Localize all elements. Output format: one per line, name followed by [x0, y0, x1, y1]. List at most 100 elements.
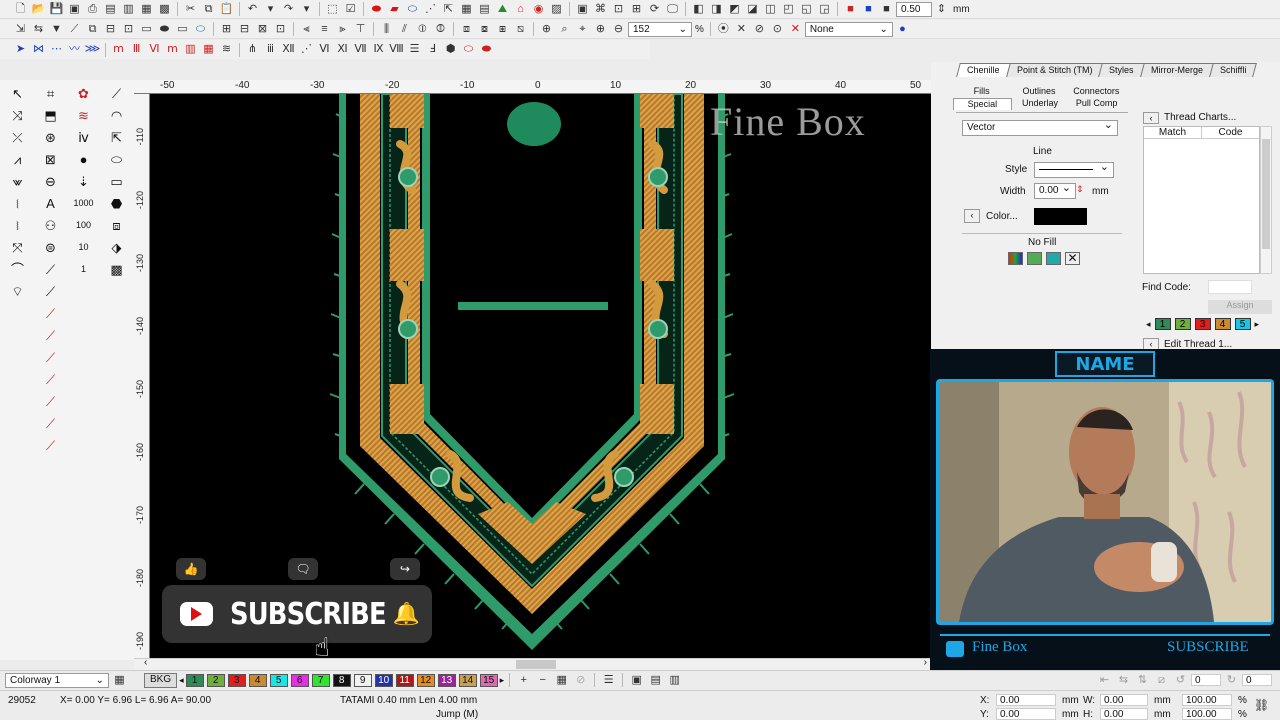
run-icon[interactable]: ⋯	[48, 41, 65, 58]
stitch-type-icon-16[interactable]: Ⅷ	[388, 41, 405, 58]
trace-icon[interactable]: ⌘	[592, 1, 609, 18]
applique-icon-2[interactable]: ⬭	[460, 41, 477, 58]
rotate-left-icon[interactable]: ⇤	[1096, 672, 1113, 689]
like-icon[interactable]: 👍	[176, 558, 206, 580]
undo-icon[interactable]: ↶	[244, 1, 261, 18]
rotate-a-input[interactable]: 0	[1191, 674, 1221, 686]
embroidery-design[interactable]	[150, 94, 931, 658]
needle-run-icon[interactable]: ⟋	[34, 280, 67, 302]
red-x-icon[interactable]: ✕	[787, 21, 804, 38]
flower-tool-icon[interactable]: ✿	[67, 82, 100, 104]
zoom-level-select[interactable]: 152 ⌄	[628, 21, 692, 37]
count-1000-icon[interactable]: 1000	[67, 192, 100, 214]
zoom-in-icon[interactable]: ⊕	[592, 21, 609, 38]
w-input[interactable]: 0.00	[1100, 694, 1148, 706]
ellipse-icon[interactable]: ⬬	[156, 21, 173, 38]
palette-icon[interactable]: ◉	[530, 1, 547, 18]
stitch-type-icon-5[interactable]: ▥	[182, 41, 199, 58]
assign-button[interactable]: Assign	[1208, 300, 1272, 314]
run-tool-icon[interactable]: ⩖	[1, 170, 34, 192]
chip-scroll-left-icon[interactable]: ◂	[179, 675, 184, 686]
y-input[interactable]: 0.00	[996, 708, 1056, 720]
cross-stitch-icon[interactable]: ⧘	[1, 214, 34, 236]
stitch-type-icon-6[interactable]: ▦	[200, 41, 217, 58]
select-tool-icon[interactable]: ⇲	[12, 21, 29, 38]
zoom-fit-icon[interactable]: ⊕	[538, 21, 555, 38]
stitch-type-icon-15[interactable]: Ⅸ	[370, 41, 387, 58]
count-10-icon[interactable]: 10	[67, 236, 100, 258]
select-stitches-icon[interactable]: ⬚	[324, 1, 341, 18]
rectangle-icon[interactable]: ▭	[174, 21, 191, 38]
hide-guide-icon[interactable]: ⊙	[769, 21, 786, 38]
loop-tool-icon[interactable]: ⊖	[34, 170, 67, 192]
x-input[interactable]: 0.00	[996, 694, 1056, 706]
landscape-icon[interactable]: ⛰	[494, 1, 511, 18]
order-icon-3[interactable]: ⧆	[494, 21, 511, 38]
stitch-type-icon-2[interactable]: Ⅲ	[128, 41, 145, 58]
tab-mirror-merge[interactable]: Mirror-Merge	[1139, 63, 1214, 77]
add-color-icon[interactable]: +	[515, 672, 532, 689]
zoom-hoop-icon[interactable]: ⌖	[574, 21, 591, 38]
line-tool-icon[interactable]: ⟋	[100, 82, 133, 104]
col-code[interactable]: Code	[1201, 127, 1259, 138]
remove-color-icon[interactable]: −	[534, 672, 551, 689]
subscribe-overlay[interactable]: SUBSCRIBE 🔔	[162, 585, 432, 643]
stitch-type-icon-10[interactable]: Ⅻ	[280, 41, 297, 58]
sequence-icon[interactable]: ▦	[553, 672, 570, 689]
color-expand-button[interactable]: ‹	[964, 209, 980, 223]
needle-stitch-icon[interactable]: ⟋	[34, 346, 67, 368]
dot-tool-icon[interactable]: ●	[67, 148, 100, 170]
properties-icon[interactable]: ▥	[666, 672, 683, 689]
width-input[interactable]: 0.00	[1034, 181, 1076, 199]
order-icon-4[interactable]: ⧅	[512, 21, 529, 38]
flip-icon[interactable]: ⇅	[1134, 672, 1151, 689]
needle-stitch-icon[interactable]: ⟋	[34, 302, 67, 324]
machine-icon[interactable]: ▩	[156, 1, 173, 18]
rotate-icon[interactable]: ⟳	[646, 1, 663, 18]
redo-dropdown-icon[interactable]: ▾	[298, 1, 315, 18]
new-file-icon[interactable]: 🗋	[12, 1, 29, 18]
lock-icon[interactable]: ⊡	[120, 21, 137, 38]
hoop-tool-icon[interactable]: ⌔	[1, 280, 34, 302]
needle-stitch-icon[interactable]: ⟋	[34, 324, 67, 346]
none-select[interactable]: None ⌄	[804, 21, 893, 37]
hoop-icon[interactable]: ⊡	[610, 1, 627, 18]
colorway-chip[interactable]: 4	[248, 673, 267, 687]
thread-chip[interactable]: 3	[1194, 318, 1211, 330]
needle-stitch-icon[interactable]: ⟋	[34, 390, 67, 412]
layer-icon-4[interactable]: ◪	[744, 1, 761, 18]
thickness-spin-icon[interactable]: ⇕	[933, 1, 950, 18]
zigzag-tool-icon[interactable]: ⩘	[1, 148, 34, 170]
satin-fill-icon[interactable]: ▰	[386, 1, 403, 18]
scroll-left-icon[interactable]: ‹	[144, 657, 147, 668]
col-match[interactable]: Match	[1144, 127, 1201, 138]
pen-color-icon[interactable]: ■	[878, 1, 895, 18]
layer-icon-6[interactable]: ◰	[780, 1, 797, 18]
texture-tool-icon[interactable]: ▩	[100, 258, 133, 280]
disk-icon[interactable]: ▤	[647, 672, 664, 689]
group-icon[interactable]: ⧉	[84, 21, 101, 38]
tatami-fill-icon[interactable]: ⬬	[368, 1, 385, 18]
zoom-out-icon[interactable]: ⊖	[610, 21, 627, 38]
print-preview-icon[interactable]: ▤	[102, 1, 119, 18]
order-icon-2[interactable]: ⧇	[476, 21, 493, 38]
scroll-right-icon[interactable]: ›	[924, 657, 927, 668]
stitch-type-icon-12[interactable]: Ⅵ	[316, 41, 333, 58]
stitch-type-icon-9[interactable]: ⅲ	[262, 41, 279, 58]
stitch-type-icon-4[interactable]: ⅿ	[164, 41, 181, 58]
mirror-icon[interactable]: ⇆	[1115, 672, 1132, 689]
trim-icon[interactable]: ✕	[733, 21, 750, 38]
people-tool-icon[interactable]: ⚇	[34, 214, 67, 236]
line-style-select[interactable]	[1034, 160, 1114, 178]
save-as-icon[interactable]: ▣	[66, 1, 83, 18]
reshape-icon[interactable]: ⇆	[30, 21, 47, 38]
grid-fine-icon[interactable]: ▤	[476, 1, 493, 18]
stitch-edit-icon[interactable]: ⤨	[1, 104, 34, 126]
stitch-type-icon-3[interactable]: Ⅵ	[146, 41, 163, 58]
thread-chip[interactable]: 5	[1234, 318, 1251, 330]
colorway-chip[interactable]: 3	[227, 673, 246, 687]
undo-dropdown-icon[interactable]: ▾	[262, 1, 279, 18]
distribute-icon-4[interactable]: ⦷	[432, 21, 449, 38]
ungroup-icon[interactable]: ⊟	[102, 21, 119, 38]
open-folder-icon[interactable]: 📂	[30, 1, 47, 18]
